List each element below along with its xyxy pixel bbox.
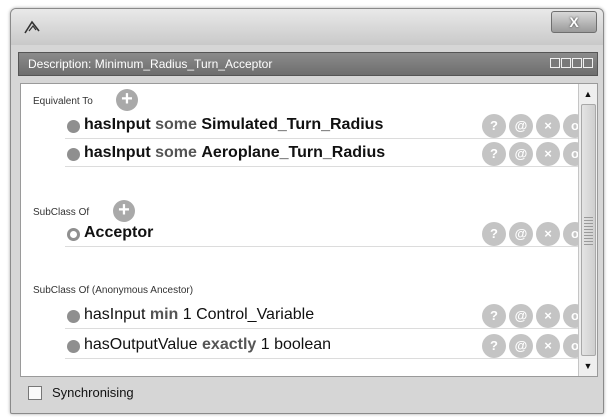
add-equivalent-button[interactable]: +	[116, 89, 138, 111]
subclass-of-label: SubClass Of	[33, 207, 90, 218]
row-expression: hasOutputValue exactly 1 boolean	[84, 336, 332, 353]
view-header: Description: Minimum_Radius_Turn_Accepto…	[18, 52, 598, 76]
class-bullet-icon	[67, 228, 80, 241]
view-maximize-icon[interactable]	[572, 58, 582, 68]
view-menu-icon[interactable]	[550, 58, 560, 68]
bullet-icon	[67, 148, 80, 161]
delete-button[interactable]: ×	[536, 304, 560, 328]
equivalent-to-label: Equivalent To	[33, 96, 93, 107]
annotate-button[interactable]: @	[509, 334, 533, 358]
protege-app-icon	[24, 20, 40, 34]
explain-button[interactable]: ?	[482, 142, 506, 166]
annotate-button[interactable]: @	[509, 114, 533, 138]
view-title: Description: Minimum_Radius_Turn_Accepto…	[28, 57, 273, 71]
equivalent-row-2[interactable]: hasInput some Aeroplane_Turn_Radius ? @ …	[65, 142, 591, 167]
scroll-up-icon[interactable]: ▲	[580, 86, 596, 102]
vertical-scrollbar[interactable]: ▲ ▼	[578, 84, 597, 376]
app-window: X Description: Minimum_Radius_Turn_Accep…	[10, 8, 604, 414]
view-controls	[550, 58, 593, 70]
delete-button[interactable]: ×	[536, 114, 560, 138]
scroll-thumb[interactable]	[581, 104, 596, 356]
equivalent-row-1[interactable]: hasInput some Simulated_Turn_Radius ? @ …	[65, 114, 591, 139]
add-subclass-button[interactable]: +	[113, 200, 135, 222]
explain-button[interactable]: ?	[482, 304, 506, 328]
row-actions: ? @ × o	[482, 304, 587, 328]
description-panel: Equivalent To + hasInput some Simulated_…	[20, 83, 598, 377]
explain-button[interactable]: ?	[482, 114, 506, 138]
subclass-row-1[interactable]: Acceptor ? @ × o	[65, 222, 591, 247]
row-expression: hasInput some Aeroplane_Turn_Radius	[84, 144, 386, 161]
bullet-icon	[67, 310, 80, 323]
scroll-down-icon[interactable]: ▼	[580, 358, 596, 374]
view-minimize-icon[interactable]	[561, 58, 571, 68]
delete-button[interactable]: ×	[536, 142, 560, 166]
close-button[interactable]: X	[551, 11, 597, 33]
row-actions: ? @ × o	[482, 334, 587, 358]
annotate-button[interactable]: @	[509, 222, 533, 246]
annotate-button[interactable]: @	[509, 304, 533, 328]
footer: Synchronising	[20, 377, 598, 407]
view-close-icon[interactable]	[583, 58, 593, 68]
bullet-icon	[67, 120, 80, 133]
annotate-button[interactable]: @	[509, 142, 533, 166]
title-bar[interactable]: X	[11, 9, 603, 45]
bullet-icon	[67, 340, 80, 353]
row-expression: hasInput min 1 Control_Variable	[84, 306, 315, 323]
synchronising-label: Synchronising	[52, 385, 134, 400]
row-expression: Acceptor	[84, 224, 154, 241]
synchronising-checkbox[interactable]	[28, 386, 42, 400]
anonymous-ancestor-label: SubClass Of (Anonymous Ancestor)	[33, 285, 194, 296]
anonymous-row-1[interactable]: hasInput min 1 Control_Variable ? @ × o	[65, 304, 591, 329]
row-expression: hasInput some Simulated_Turn_Radius	[84, 116, 384, 133]
anonymous-row-2[interactable]: hasOutputValue exactly 1 boolean ? @ × o	[65, 334, 591, 359]
explain-button[interactable]: ?	[482, 334, 506, 358]
row-actions: ? @ × o	[482, 142, 587, 166]
explain-button[interactable]: ?	[482, 222, 506, 246]
grip-icon	[584, 217, 593, 245]
row-actions: ? @ × o	[482, 114, 587, 138]
delete-button[interactable]: ×	[536, 334, 560, 358]
delete-button[interactable]: ×	[536, 222, 560, 246]
row-actions: ? @ × o	[482, 222, 587, 246]
